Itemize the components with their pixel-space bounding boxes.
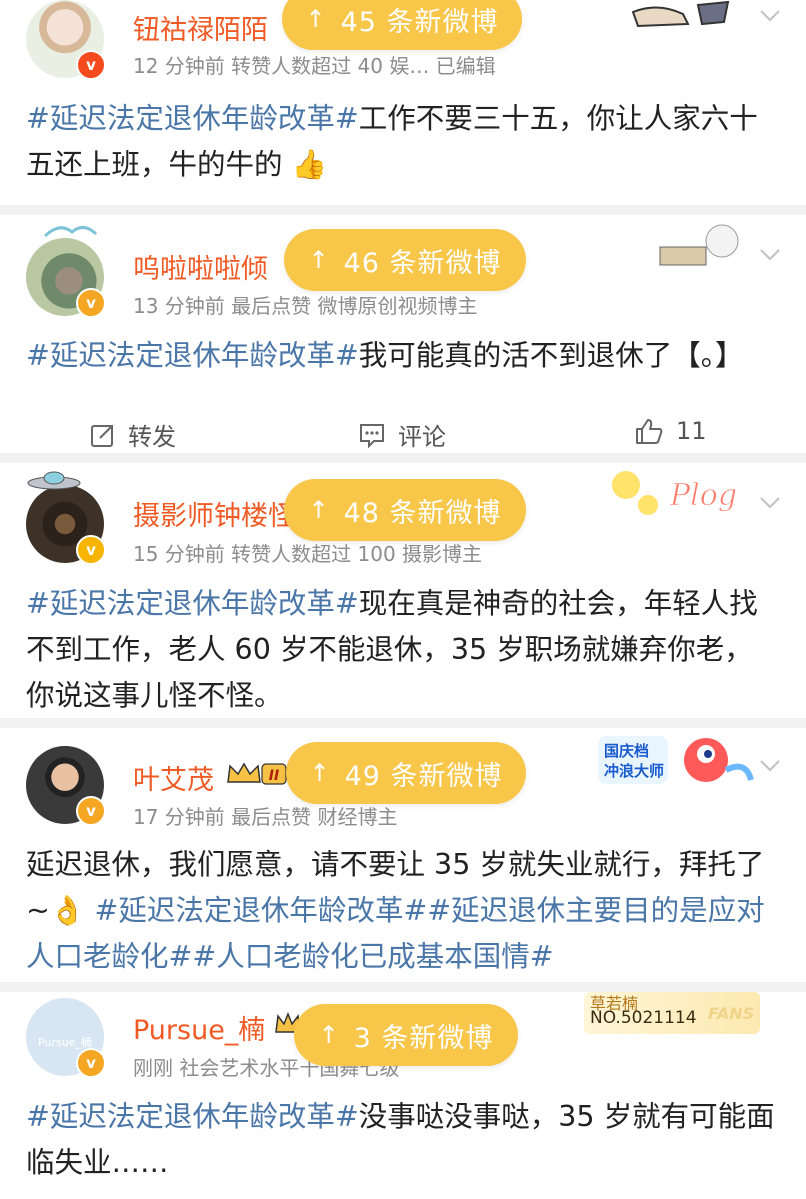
post-content: #延迟法定退休年龄改革#现在真是神奇的社会，年轻人找不到工作，老人 60 岁不能…	[26, 581, 778, 719]
new-posts-label: 3 条新微博	[353, 1022, 494, 1054]
avatar[interactable]: v	[26, 746, 106, 826]
hashtag-link[interactable]: #延迟法定退休年龄改革#	[26, 587, 359, 620]
sticker-decoration: 国庆档 冲浪大师	[596, 730, 756, 794]
svg-text:冲浪大师: 冲浪大师	[604, 762, 664, 780]
avatar[interactable]: Pursue_楠 v	[26, 998, 106, 1078]
repost-label: 转发	[128, 423, 176, 451]
verified-badge-icon: v	[76, 1048, 106, 1078]
hashtag-link[interactable]: #延迟法定退休年龄改革##延迟退休主要目的是应对人口老龄化##人口老龄化已成基本…	[26, 894, 765, 973]
new-posts-label: 48 条新微博	[343, 497, 502, 529]
svg-text:Plog: Plog	[669, 478, 737, 513]
svg-text:II: II	[269, 768, 279, 784]
crown-icon: II	[227, 762, 287, 785]
hashtag-link[interactable]: #延迟法定退休年龄改革#	[26, 339, 359, 372]
new-posts-pill[interactable]: ↑ 49 条新微博	[286, 742, 526, 804]
verified-badge-icon: v	[76, 288, 106, 318]
post-content: #延迟法定退休年龄改革#没事哒没事哒，35 岁就有可能面临失业……	[26, 1094, 778, 1186]
fan-card[interactable]: 草若楠 NO.5021114 FANS	[584, 992, 760, 1034]
plog-sticker: Plog	[606, 465, 756, 525]
fan-card-number: NO.5021114	[590, 1008, 697, 1028]
ufo-accessory-icon	[24, 469, 84, 493]
hashtag-link[interactable]: #延迟法定退休年龄改革#	[26, 1100, 359, 1133]
new-posts-pill[interactable]: ↑ 45 条新微博	[282, 0, 522, 50]
bird-accessory-icon	[40, 220, 100, 242]
like-count: 11	[676, 417, 707, 445]
new-posts-label: 45 条新微博	[340, 6, 499, 38]
post-content: #延迟法定退休年龄改革#我可能真的活不到退休了【。】	[26, 333, 778, 379]
chevron-down-icon[interactable]	[758, 758, 782, 774]
flower-sticker-icon: Plog	[612, 471, 737, 515]
new-posts-pill[interactable]: ↑ 46 条新微博	[284, 229, 526, 291]
post-content: #延迟法定退休年龄改革#工作不要三十五，你让人家六十五还上班，牛的牛的 👍	[26, 96, 778, 188]
verified-badge-icon: v	[76, 796, 106, 826]
new-posts-label: 49 条新微博	[344, 760, 503, 792]
fan-card-label: FANS	[708, 1004, 755, 1023]
arrow-up-icon: ↑	[308, 496, 330, 524]
sticker-decoration	[652, 221, 748, 271]
arrow-up-icon: ↑	[305, 5, 327, 33]
post-card[interactable]: v 摄影师钟楼怪 15 分钟前 转赞人数超过 100 摄影博主 Plog #延迟…	[0, 463, 806, 718]
avatar[interactable]: v	[26, 238, 106, 318]
avatar[interactable]: v	[26, 0, 106, 80]
arrow-up-icon: ↑	[308, 246, 330, 274]
ok-hand-emoji: 👌	[49, 894, 95, 927]
author-name[interactable]: 叶艾茂	[133, 758, 214, 797]
post-card[interactable]: v 钮祜禄陌陌 12 分钟前 转赞人数超过 40 娱… 已编辑 #延迟法定退休年…	[0, 0, 806, 205]
author-name[interactable]: 摄影师钟楼怪	[133, 494, 295, 533]
post-card[interactable]: v 呜啦啦啦倾 13 分钟前 最后点赞 微博原创视频博主 #延迟法定退休年龄改革…	[0, 215, 806, 453]
chevron-down-icon[interactable]	[758, 495, 782, 511]
arrow-up-icon: ↑	[309, 759, 331, 787]
post-card[interactable]: v 叶艾茂 II 17 分钟前 最后点赞 财经博主 国庆档 冲浪大师 延迟退休，…	[0, 728, 806, 982]
avatar-text: Pursue_楠	[38, 1036, 92, 1049]
comment-icon	[360, 423, 384, 448]
post-content: 延迟退休，我们愿意，请不要让 35 岁就失业就行，拜托了~👌 #延迟法定退休年龄…	[26, 842, 778, 980]
author-name[interactable]: 呜啦啦啦倾	[133, 247, 268, 286]
avatar[interactable]: v	[26, 485, 106, 565]
verified-badge-icon: v	[76, 50, 106, 80]
repost-button[interactable]: 转发	[90, 417, 176, 452]
anime-sticker-icon	[659, 224, 739, 266]
chevron-down-icon[interactable]	[758, 8, 782, 24]
chevron-down-icon[interactable]	[758, 247, 782, 263]
new-posts-label: 46 条新微博	[343, 247, 502, 279]
post-meta: 12 分钟前 转赞人数超过 40 娱… 已编辑	[133, 54, 496, 78]
arrow-up-icon: ↑	[318, 1021, 340, 1049]
cat-sticker-icon	[631, 0, 730, 28]
comment-button[interactable]: 评论	[358, 417, 446, 452]
new-posts-pill[interactable]: ↑ 3 条新微博	[294, 1004, 518, 1066]
hashtag-link[interactable]: #延迟法定退休年龄改革#	[26, 102, 359, 135]
svg-text:国庆档: 国庆档	[604, 742, 649, 760]
post-meta: 17 分钟前 最后点赞 财经博主	[133, 805, 398, 829]
like-button[interactable]: 11	[634, 417, 707, 445]
author-name[interactable]: 钮祜禄陌陌	[133, 8, 268, 47]
post-text: 我可能真的活不到退休了【。】	[358, 339, 744, 372]
post-meta: 13 分钟前 最后点赞 微博原创视频博主	[133, 294, 478, 318]
repost-icon	[91, 424, 113, 447]
post-card[interactable]: Pursue_楠 v Pursue_楠 刚刚 社会艺术水平十国舞七级 草若楠 N…	[0, 992, 806, 1199]
post-meta: 15 分钟前 转赞人数超过 100 摄影博主	[133, 542, 483, 566]
like-icon	[636, 419, 663, 444]
fish-sticker-icon: 国庆档 冲浪大师	[598, 736, 754, 784]
comment-label: 评论	[398, 423, 446, 451]
verified-badge-icon: v	[76, 535, 106, 565]
sticker-decoration	[628, 0, 738, 30]
new-posts-pill[interactable]: ↑ 48 条新微博	[284, 479, 526, 541]
crown-badge: II	[226, 760, 288, 788]
author-name[interactable]: Pursue_楠	[133, 1008, 265, 1047]
thumbs-up-emoji: 👍	[291, 148, 328, 181]
